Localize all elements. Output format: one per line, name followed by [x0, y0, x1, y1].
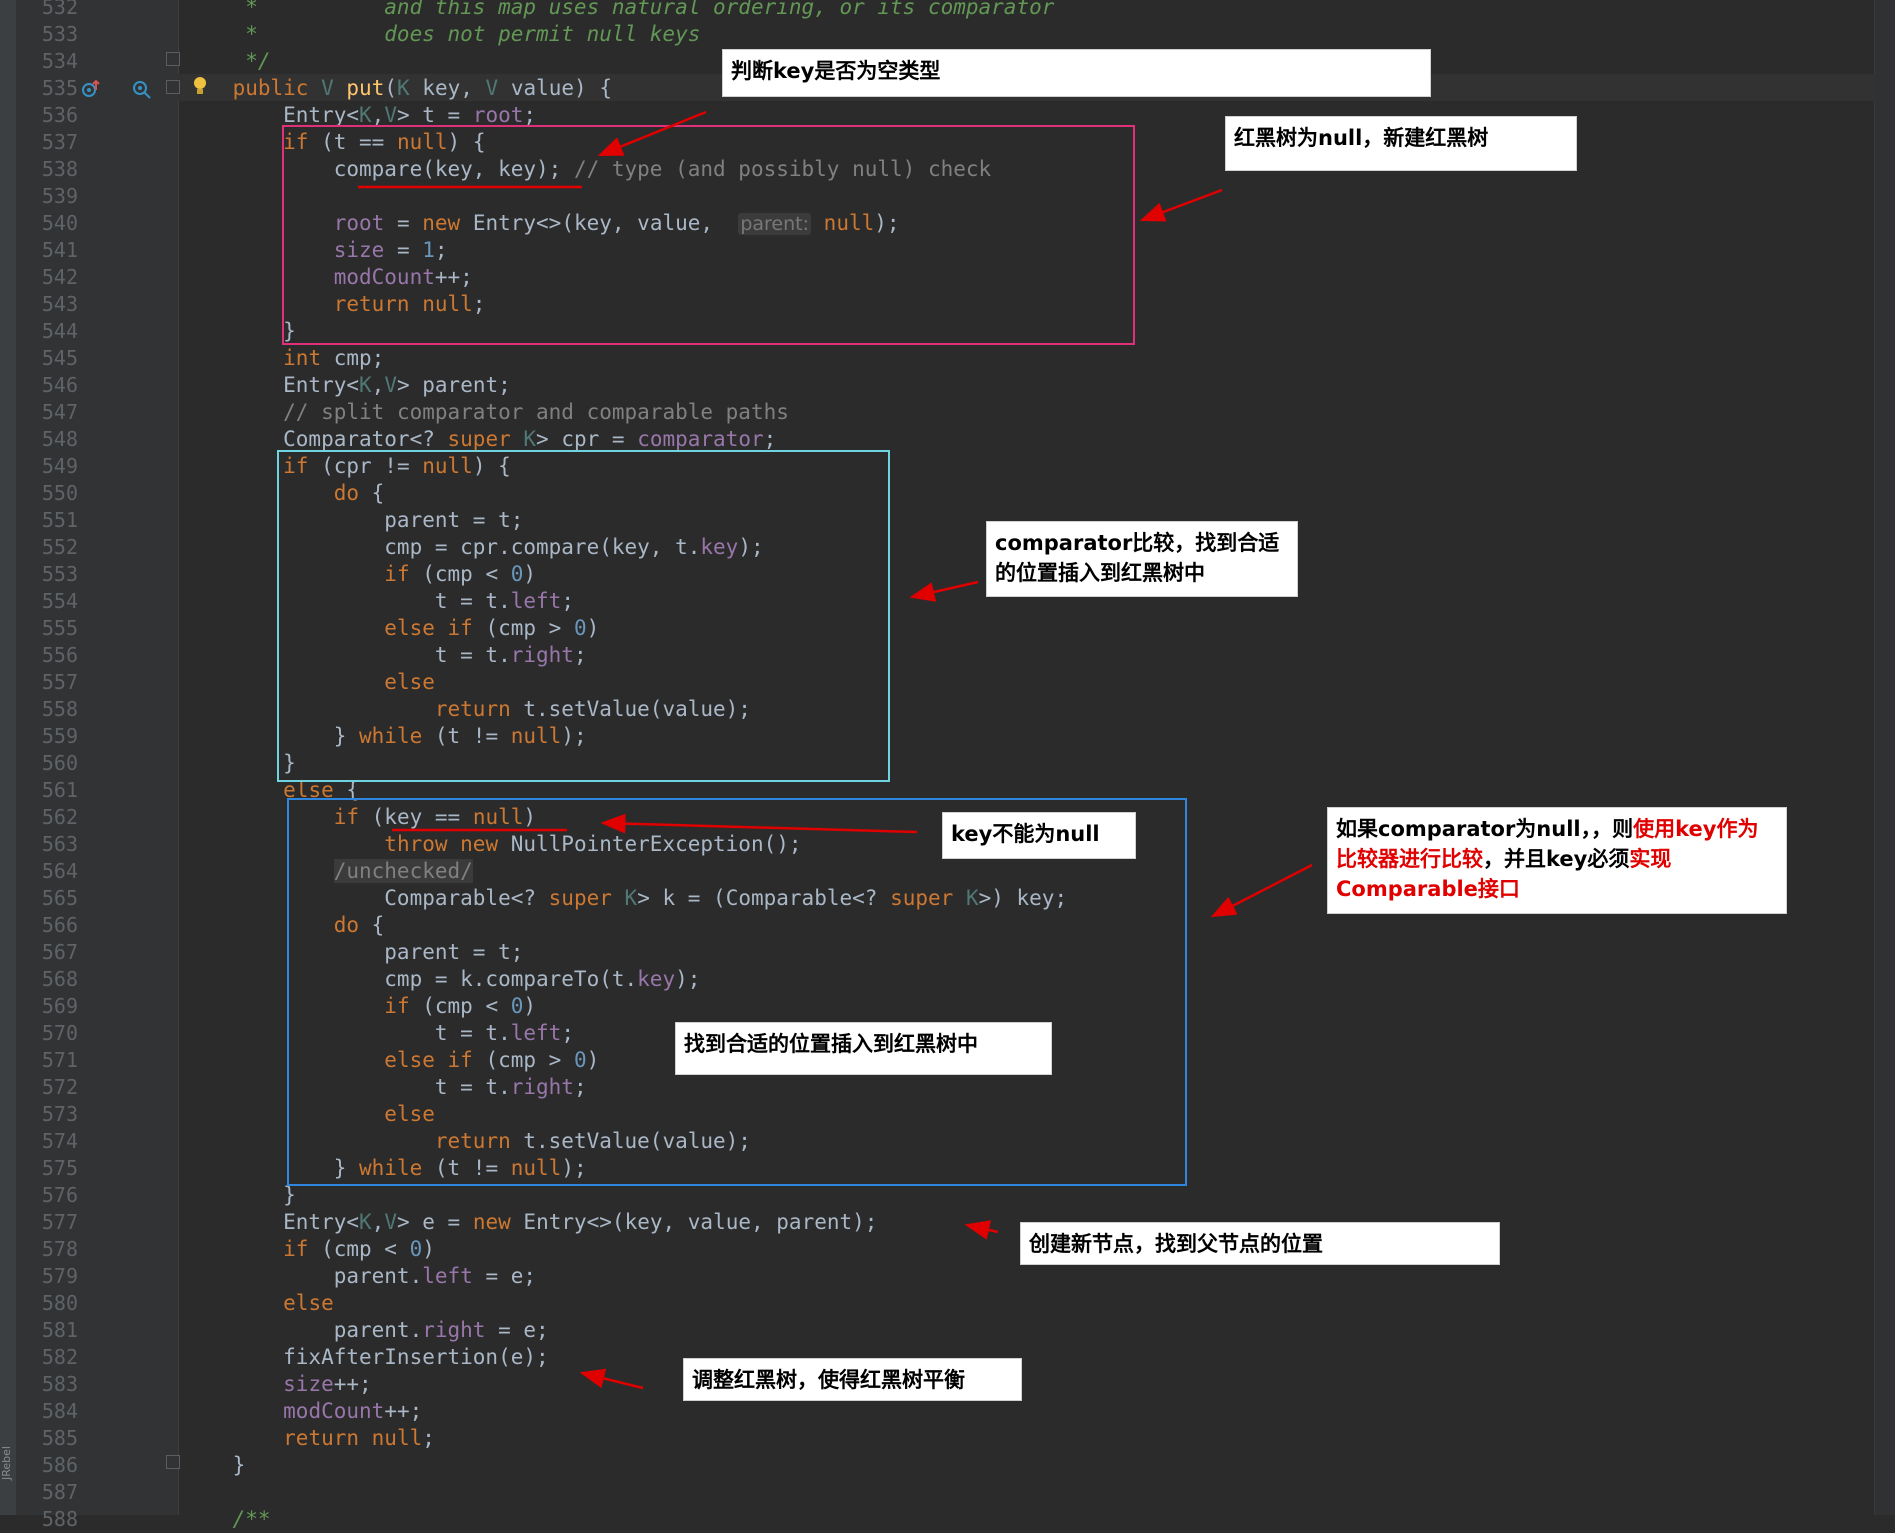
- callout-key-not-null: key不能为null: [942, 812, 1136, 859]
- callout-create-tree: 红黑树为null，新建红黑树: [1225, 116, 1577, 171]
- callout-rebalance: 调整红黑树，使得红黑树平衡: [683, 1358, 1022, 1401]
- arrow-to-compare: [597, 110, 707, 157]
- callout-find-position: 找到合适的位置插入到红黑树中: [675, 1022, 1052, 1075]
- arrow-to-comparable-box: [1210, 863, 1313, 918]
- callout-comparable-text-3: ，并且key必须: [1483, 847, 1630, 871]
- arrow-to-key-null: [600, 813, 918, 834]
- arrow-to-cpr-box: [909, 580, 979, 602]
- arrow-to-new-entry: [964, 1220, 999, 1240]
- arrow-to-root-box: [1139, 188, 1223, 222]
- callout-create-node: 创建新节点，找到父节点的位置: [1020, 1222, 1500, 1265]
- callout-comparator-insert: comparator比较，找到合适的位置插入到红黑树中: [986, 521, 1298, 597]
- annotation-arrows: [358, 110, 1313, 1390]
- callout-comparable-explanation: 如果comparator为null，，则使用key作为比较器进行比较，并且key…: [1327, 807, 1787, 914]
- callout-comparable-text-1: 如果comparator为null，，则: [1336, 817, 1634, 841]
- callout-key-type-check: 判断key是否为空类型: [722, 49, 1431, 97]
- arrow-to-fix-insertion: [579, 1368, 644, 1390]
- code-editor[interactable]: JRebel 532 * and this map uses natural o…: [0, 0, 1895, 1531]
